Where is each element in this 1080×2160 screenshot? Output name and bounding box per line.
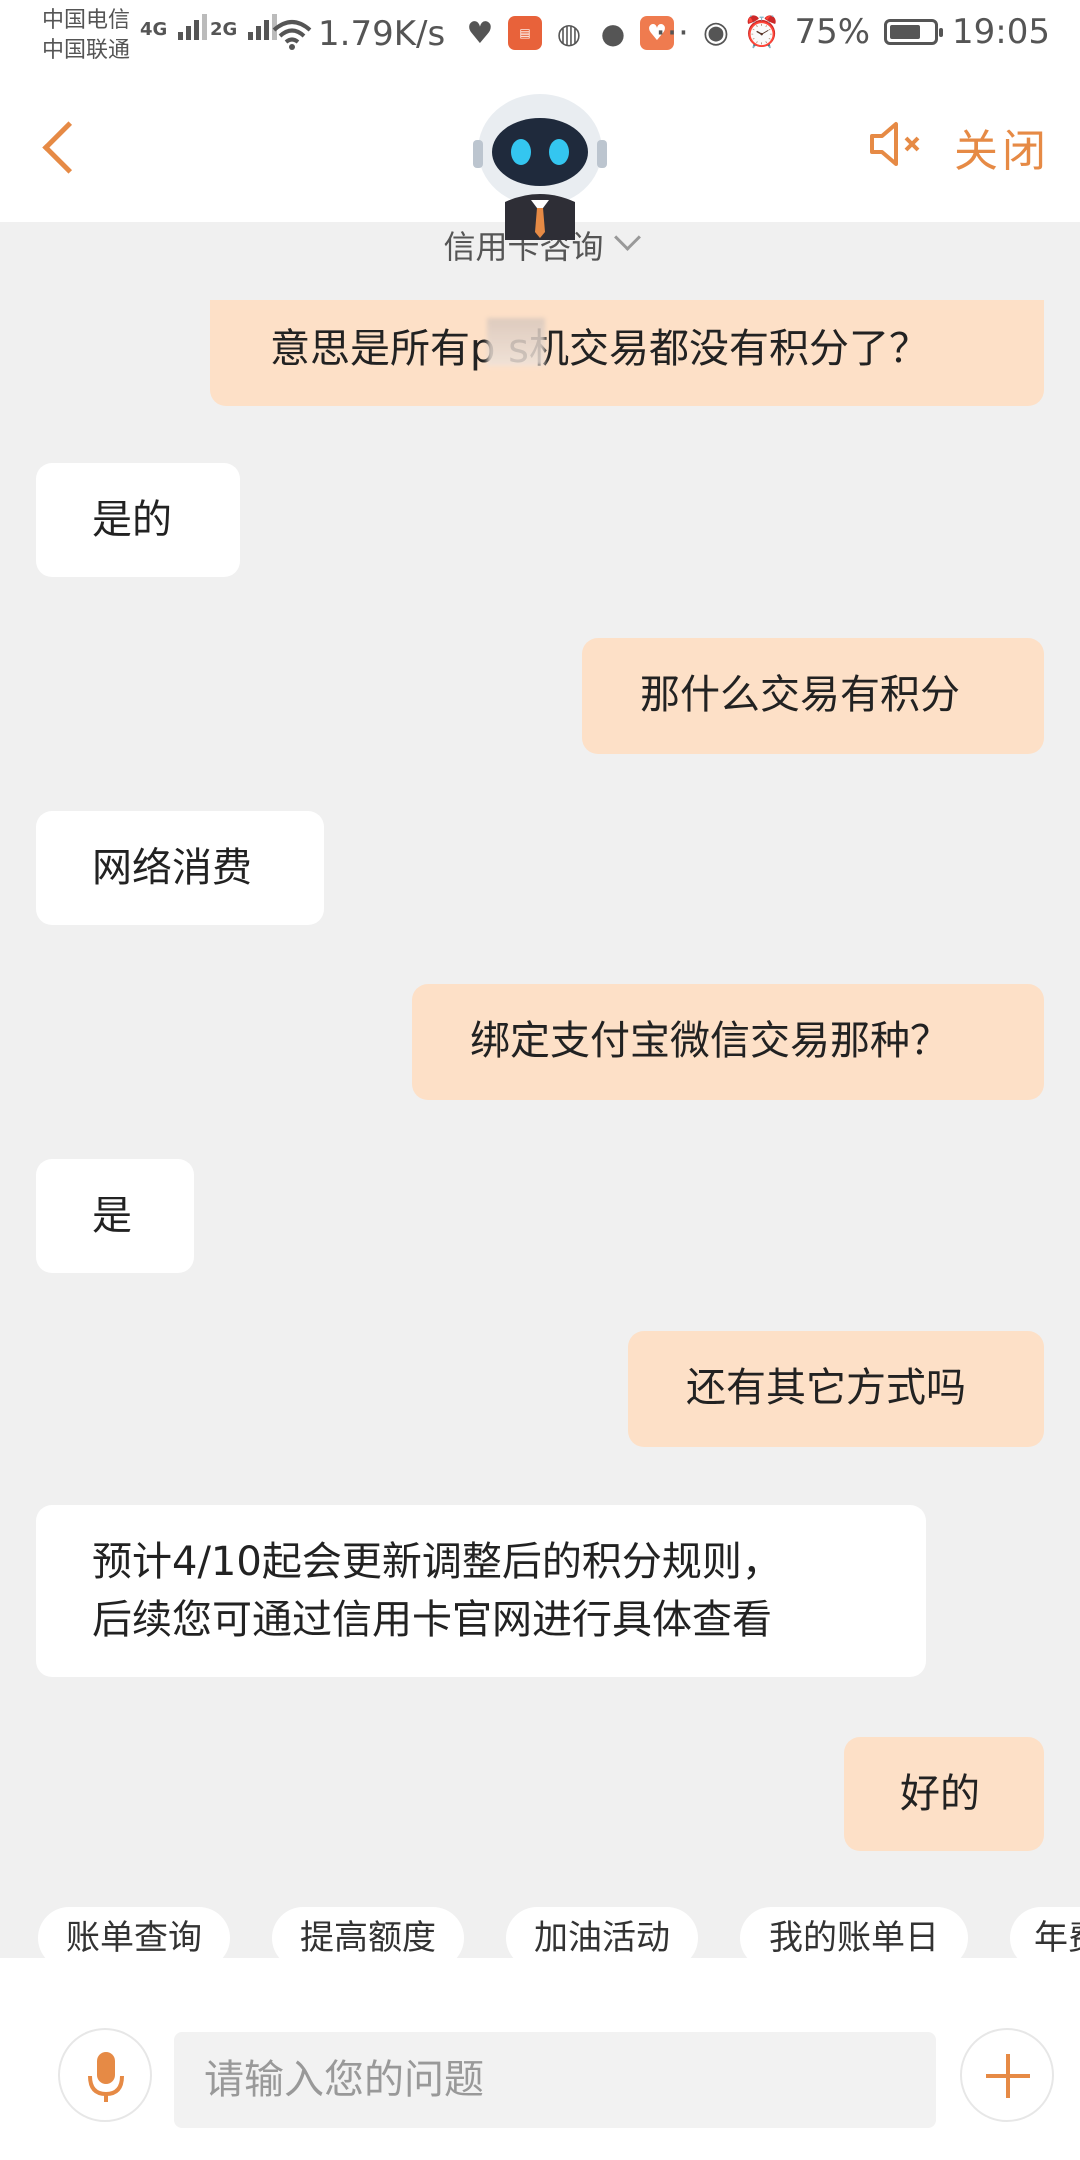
back-button[interactable] [40, 119, 90, 179]
app-icon: ▤ [508, 16, 542, 50]
carrier-info: 中国电信 中国联通 [42, 6, 130, 66]
bot-message: 是的 [36, 463, 240, 577]
plus-icon[interactable] [960, 2028, 1054, 2122]
bot-message: 网络消费 [36, 811, 324, 925]
chat-icon: ● [600, 16, 626, 50]
status-right: ⋯ ◉ ⏰ 75% 19:05 [655, 12, 1050, 52]
signal-2: 2G [210, 14, 277, 40]
user-message: 那什么交易有积分 [582, 638, 1044, 754]
input-bar: 请输入您的问题 [0, 1958, 1080, 2160]
clock: 19:05 [952, 12, 1050, 52]
net-speed: 1.79K/s [318, 14, 446, 54]
user-message: 绑定支付宝微信交易那种？ [412, 984, 1044, 1100]
battery-icon [884, 19, 944, 45]
user-message: 意思是所有p s机交易都没有积分了？ [210, 300, 1044, 406]
eye-icon: ◉ [702, 14, 730, 50]
microphone-icon [88, 2052, 124, 2102]
more-icon: ⋯ [654, 12, 689, 52]
wifi-icon [272, 20, 312, 50]
blurred-redaction [487, 318, 545, 366]
wechat-icon: ◍ [556, 16, 582, 50]
carrier-2: 中国联通 [42, 38, 131, 63]
close-button[interactable]: 关闭 [954, 115, 1050, 179]
bot-message: 是 [36, 1159, 194, 1273]
robot-avatar [473, 94, 607, 240]
battery-percent: 75% [794, 12, 871, 52]
status-bar: 中国电信 中国联通 4G 2G 1.79K/s ♥ ▤ ◍ ● ♥ ⋯ ◉ ⏰ … [0, 0, 1080, 75]
alarm-icon: ⏰ [743, 14, 781, 50]
signal-bars-icon [177, 14, 207, 40]
carrier-1: 中国电信 [42, 8, 131, 33]
signal-1: 4G [140, 14, 207, 40]
heart-pulse-icon: ♥ [466, 15, 494, 51]
user-message: 好的 [844, 1737, 1044, 1851]
user-message: 还有其它方式吗 [628, 1331, 1044, 1447]
notification-icons: ♥ ▤ ◍ ● ♥ [462, 15, 674, 51]
bot-message: 预计4/10起会更新调整后的积分规则， 后续您可通过信用卡官网进行具体查看 [36, 1505, 926, 1677]
voice-input-button[interactable] [58, 2028, 152, 2122]
chevron-down-icon [613, 223, 641, 251]
mute-icon[interactable] [866, 119, 924, 169]
question-input[interactable]: 请输入您的问题 [174, 2032, 936, 2128]
